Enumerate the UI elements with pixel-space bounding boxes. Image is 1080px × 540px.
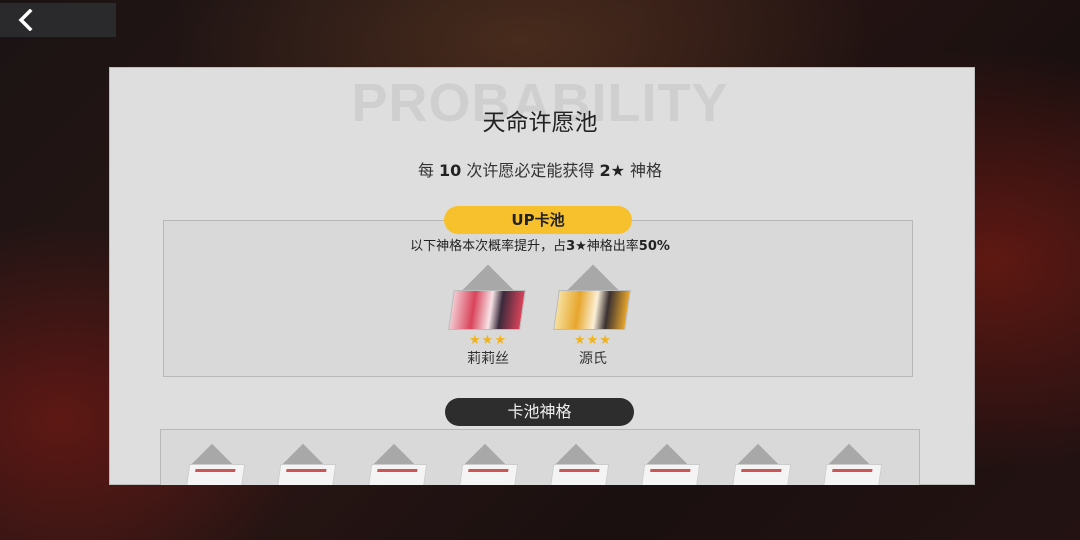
card-portrait bbox=[639, 464, 701, 485]
card-portrait bbox=[366, 464, 428, 485]
guarantee-text: 每 10 次许愿必定能获得 2★ 神格 bbox=[417, 161, 663, 180]
card-name: 源氏 bbox=[579, 351, 607, 367]
pool-card[interactable] bbox=[179, 443, 249, 485]
pool-card[interactable] bbox=[634, 443, 704, 485]
back-button[interactable] bbox=[0, 3, 116, 37]
page-title: 天命许愿池 bbox=[482, 110, 598, 136]
card-portrait bbox=[457, 464, 519, 485]
chevron-left-icon bbox=[18, 9, 33, 31]
pool-card[interactable] bbox=[361, 443, 431, 485]
star-rating: ★★★ bbox=[469, 333, 507, 348]
pool-card[interactable] bbox=[270, 443, 340, 485]
card-portrait bbox=[548, 464, 610, 485]
pool-card[interactable] bbox=[543, 443, 613, 485]
card-portrait-lilith bbox=[448, 290, 526, 330]
pool-cards-box bbox=[160, 429, 920, 485]
up-pool-label: UP卡池 bbox=[444, 206, 632, 234]
card-name: 莉莉丝 bbox=[467, 351, 509, 367]
pool-card[interactable] bbox=[725, 443, 795, 485]
card-portrait bbox=[275, 464, 337, 485]
card-portrait bbox=[184, 464, 246, 485]
card-portrait bbox=[821, 464, 883, 485]
pool-cards-label: 卡池神格 bbox=[445, 398, 634, 426]
up-card-lilith[interactable]: ★★★ 莉莉丝 bbox=[443, 264, 533, 382]
up-pool-description: 以下神格本次概率提升，占3★神格出率50% bbox=[410, 239, 670, 254]
card-portrait-genji bbox=[553, 290, 631, 330]
pool-card[interactable] bbox=[816, 443, 886, 485]
card-portrait bbox=[730, 464, 792, 485]
star-rating: ★★★ bbox=[574, 333, 612, 348]
pool-card[interactable] bbox=[452, 443, 522, 485]
up-card-genji[interactable]: ★★★ 源氏 bbox=[548, 264, 638, 382]
